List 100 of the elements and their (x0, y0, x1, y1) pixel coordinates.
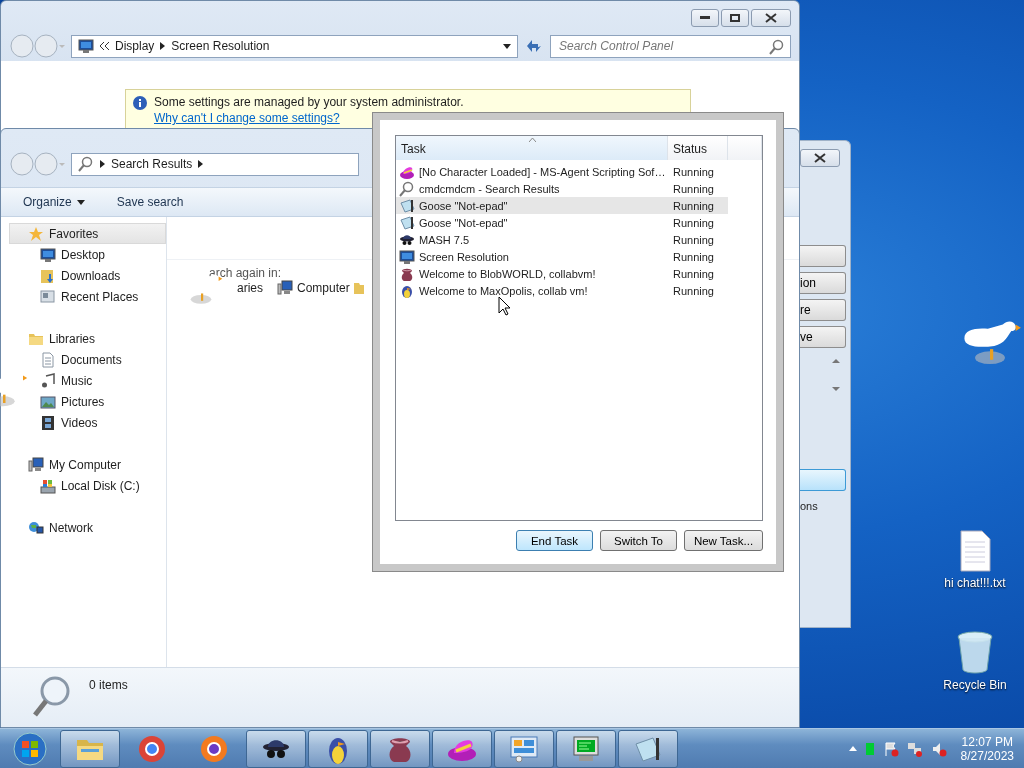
circle-logo-icon (137, 733, 167, 764)
taskbar-button[interactable] (246, 729, 306, 768)
partial-button[interactable]: re (800, 299, 846, 321)
task-row[interactable]: MASH 7.5 Running (396, 231, 728, 248)
maximize-button[interactable] (721, 9, 749, 27)
nav-item[interactable]: Libraries (9, 328, 166, 349)
task-row[interactable]: [No Character Loaded] - MS-Agent Scripting Sof… Running (396, 163, 728, 180)
breadcrumb[interactable]: Screen Resolution (171, 39, 270, 53)
nav-item[interactable]: Videos (30, 412, 166, 433)
monitor-icon (399, 248, 415, 265)
search-location[interactable]: Computer (277, 279, 350, 296)
partial-button[interactable] (800, 245, 846, 267)
nav-item[interactable]: My Computer (9, 454, 166, 475)
task-status: Running (672, 216, 715, 229)
info-message: Some settings are managed by your system administrator. (154, 95, 464, 109)
separator-arrow-icon (160, 42, 166, 50)
desktop-icon[interactable]: hi chat!!!.txt (935, 530, 1015, 590)
search-icon (769, 38, 785, 55)
search-icon (399, 180, 415, 197)
minimize-icon (700, 16, 710, 20)
windows-logo-icon (13, 731, 47, 766)
organize-menu[interactable]: Organize (19, 193, 89, 211)
desktop-icon[interactable]: Recycle Bin (935, 630, 1015, 692)
network-error-icon (906, 740, 923, 757)
chevron-icon (100, 42, 109, 50)
task-status: Running (672, 199, 715, 212)
download-folder-icon (40, 267, 56, 284)
network-icon (28, 519, 44, 536)
dialog-button[interactable]: New Task... (684, 530, 763, 551)
close-button[interactable] (800, 149, 840, 167)
indicator-icon (864, 741, 875, 756)
task-name: MASH 7.5 (396, 231, 668, 248)
globe-icon (199, 733, 229, 764)
dropdown-icon (503, 43, 511, 49)
notepad-icon (399, 197, 415, 214)
item-count: 0 items (89, 678, 128, 692)
focused-button[interactable] (800, 469, 846, 491)
separator-arrow-icon (100, 160, 105, 168)
notepad-icon (399, 214, 415, 231)
nav-item[interactable]: Favorites (9, 223, 166, 244)
minimize-button[interactable] (691, 9, 719, 27)
computer-icon (28, 456, 44, 473)
film-icon (40, 414, 56, 431)
task-status: Running (672, 165, 715, 178)
breadcrumb[interactable]: Search Results (111, 157, 193, 171)
address-bar[interactable]: Search Results (71, 152, 359, 176)
document-icon (40, 351, 56, 368)
notepad-icon (633, 734, 663, 763)
nav-item[interactable]: Recent Places (30, 286, 166, 307)
taskbar-button[interactable] (618, 729, 678, 768)
pictures-icon (40, 393, 56, 410)
column-header[interactable]: Status (668, 136, 728, 160)
task-name: Screen Resolution (396, 248, 668, 265)
clock[interactable]: 12:07 PM 8/27/2023 (960, 734, 1014, 763)
option-text: ons (800, 499, 819, 512)
task-status: Running (672, 267, 715, 280)
nav-item[interactable]: Desktop (30, 244, 166, 265)
search-field[interactable]: Search Control Panel (550, 34, 791, 58)
flag-error-icon (882, 740, 899, 757)
task-status: Running (672, 284, 715, 297)
nav-item[interactable]: Music (30, 370, 166, 391)
cursor-icon (498, 296, 511, 316)
task-name: Welcome to MaxOpolis, collab vm! (396, 282, 668, 299)
separator-arrow-icon (198, 160, 204, 168)
dropdown-icon (76, 199, 85, 205)
restore-icon (730, 14, 740, 22)
nav-item[interactable]: Network (9, 517, 166, 538)
help-link[interactable]: Why can't I change some settings? (154, 111, 340, 125)
monitor-icon (78, 38, 94, 54)
nav-item[interactable]: Local Disk (C:) (30, 475, 166, 496)
breadcrumb[interactable]: Display (115, 39, 155, 53)
search-location[interactable]: aries (237, 280, 263, 295)
task-row[interactable]: cmdcmdcm - Search Results Running (396, 180, 728, 197)
task-status: Running (672, 250, 715, 263)
nav-item[interactable]: Pictures (30, 391, 166, 412)
task-name: cmdcmdcm - Search Results (396, 180, 668, 197)
address-bar[interactable]: Display Screen Resolution (71, 34, 518, 58)
column-header[interactable]: Task (396, 136, 668, 160)
task-row[interactable]: Screen Resolution Running (396, 248, 728, 265)
dialog-button[interactable]: Switch To (600, 530, 677, 551)
toolbar-button[interactable]: Save search (112, 193, 188, 211)
nav-item[interactable]: Documents (30, 349, 166, 370)
dialog-button[interactable]: End Task (516, 530, 593, 551)
close-icon (814, 153, 826, 163)
partial-button[interactable]: ve (800, 326, 846, 348)
search-icon (78, 156, 94, 172)
show-hidden-icons (848, 746, 857, 751)
task-row[interactable]: Welcome to BlobWORLD, collabvm! Running (396, 265, 728, 282)
nav-item[interactable]: Downloads (30, 265, 166, 286)
partial-button[interactable]: ion (800, 272, 846, 294)
task-name: Goose "Not-epad" (396, 197, 668, 214)
close-button[interactable] (751, 9, 791, 27)
info-icon (132, 95, 148, 111)
drive-icon (40, 477, 56, 494)
back-forward-icon (9, 151, 65, 177)
back-forward-icon (9, 33, 65, 59)
task-row[interactable]: Goose "Not-epad" Running (396, 197, 728, 214)
task-name: [No Character Loaded] - MS-Agent Scripting Sof… (396, 163, 668, 180)
task-row[interactable]: Goose "Not-epad" Running (396, 214, 728, 231)
task-row[interactable]: Welcome to MaxOpolis, collab vm! Running (396, 282, 728, 299)
